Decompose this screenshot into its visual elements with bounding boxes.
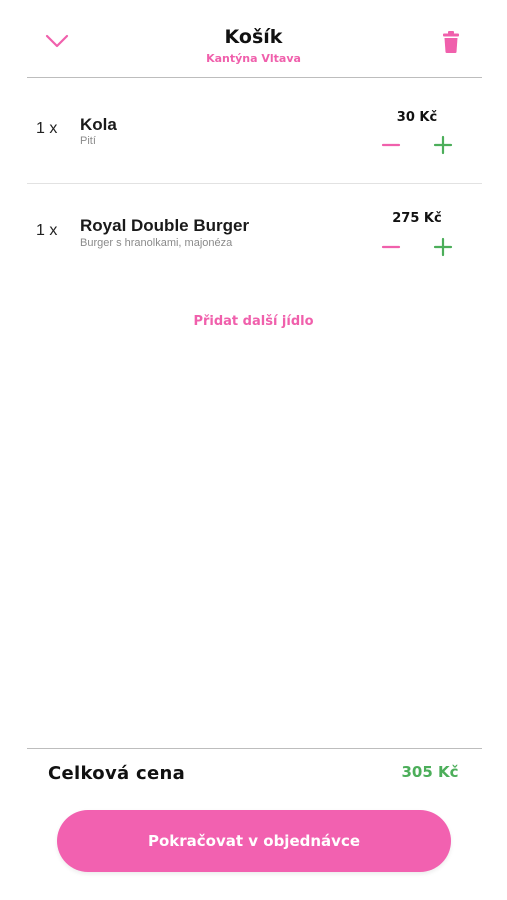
continue-order-label: Pokračovat v objednávce <box>147 832 361 850</box>
item-quantity: 1 x <box>36 120 58 137</box>
minus-icon <box>381 143 401 147</box>
page-title: Košík <box>224 26 283 48</box>
item-description: Burger s hranolkami, majonéza <box>80 237 233 249</box>
item-description: Pití <box>80 135 96 147</box>
summary-divider <box>27 748 482 749</box>
add-more-food-link[interactable]: Přidat další jídlo <box>0 314 507 329</box>
header-divider <box>27 77 482 78</box>
minus-icon <box>381 245 401 249</box>
item-price: 275 Kč <box>392 211 442 226</box>
item-name: Kola <box>80 115 117 134</box>
cart-item: 1 x Kola Pití 30 Kč <box>27 100 482 180</box>
decrease-quantity-button[interactable] <box>380 236 402 258</box>
item-quantity: 1 x <box>36 222 58 239</box>
plus-icon <box>433 237 453 257</box>
item-price: 30 Kč <box>396 110 438 125</box>
clear-cart-button[interactable] <box>441 30 461 54</box>
cart-item: 1 x Royal Double Burger Burger s hranolk… <box>27 202 482 282</box>
trash-icon <box>443 31 459 53</box>
total-label: Celková cena <box>48 763 186 784</box>
header: Košík Kantýna Vltava <box>0 0 507 78</box>
continue-order-button[interactable]: Pokračovat v objednávce <box>57 810 451 872</box>
total-price: 305 Kč <box>401 763 459 781</box>
item-name: Royal Double Burger <box>80 216 250 235</box>
decrease-quantity-button[interactable] <box>380 134 402 156</box>
item-divider <box>27 183 482 184</box>
increase-quantity-button[interactable] <box>432 134 454 156</box>
restaurant-name: Kantýna Vltava <box>206 52 301 65</box>
increase-quantity-button[interactable] <box>432 236 454 258</box>
plus-icon <box>433 135 453 155</box>
